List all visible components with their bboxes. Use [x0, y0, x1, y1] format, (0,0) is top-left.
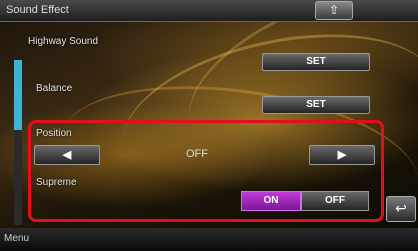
- scrollbar[interactable]: [14, 60, 22, 225]
- position-left-button[interactable]: ◀: [34, 145, 100, 165]
- position-label: Position: [36, 128, 72, 139]
- highway-sound-label: Highway Sound: [28, 36, 99, 47]
- title-bar: Sound Effect ⇧: [0, 0, 418, 22]
- menu-bar: Menu: [0, 228, 418, 251]
- right-arrow-icon: ▶: [337, 149, 347, 161]
- arrow-up-icon: ⇧: [328, 3, 340, 17]
- return-arrow-icon: ↩: [395, 200, 407, 216]
- supreme-off-button[interactable]: OFF: [301, 191, 369, 211]
- balance-set-button[interactable]: SET: [262, 96, 370, 114]
- return-button[interactable]: ↩: [386, 196, 416, 222]
- page-title: Sound Effect: [6, 4, 69, 16]
- highway-sound-set-button[interactable]: SET: [262, 53, 370, 71]
- supreme-label: Supreme: [36, 177, 77, 188]
- position-value: OFF: [186, 148, 208, 160]
- position-right-button[interactable]: ▶: [309, 145, 375, 165]
- supreme-on-button[interactable]: ON: [241, 191, 301, 211]
- back-button[interactable]: ⇧: [315, 1, 353, 20]
- screen: Sound Effect ⇧ Highway Sound SET Balance…: [0, 0, 418, 251]
- balance-label: Balance: [36, 83, 73, 94]
- menu-button[interactable]: Menu: [4, 233, 29, 244]
- scroll-thumb[interactable]: [14, 60, 22, 130]
- left-arrow-icon: ◀: [62, 149, 72, 161]
